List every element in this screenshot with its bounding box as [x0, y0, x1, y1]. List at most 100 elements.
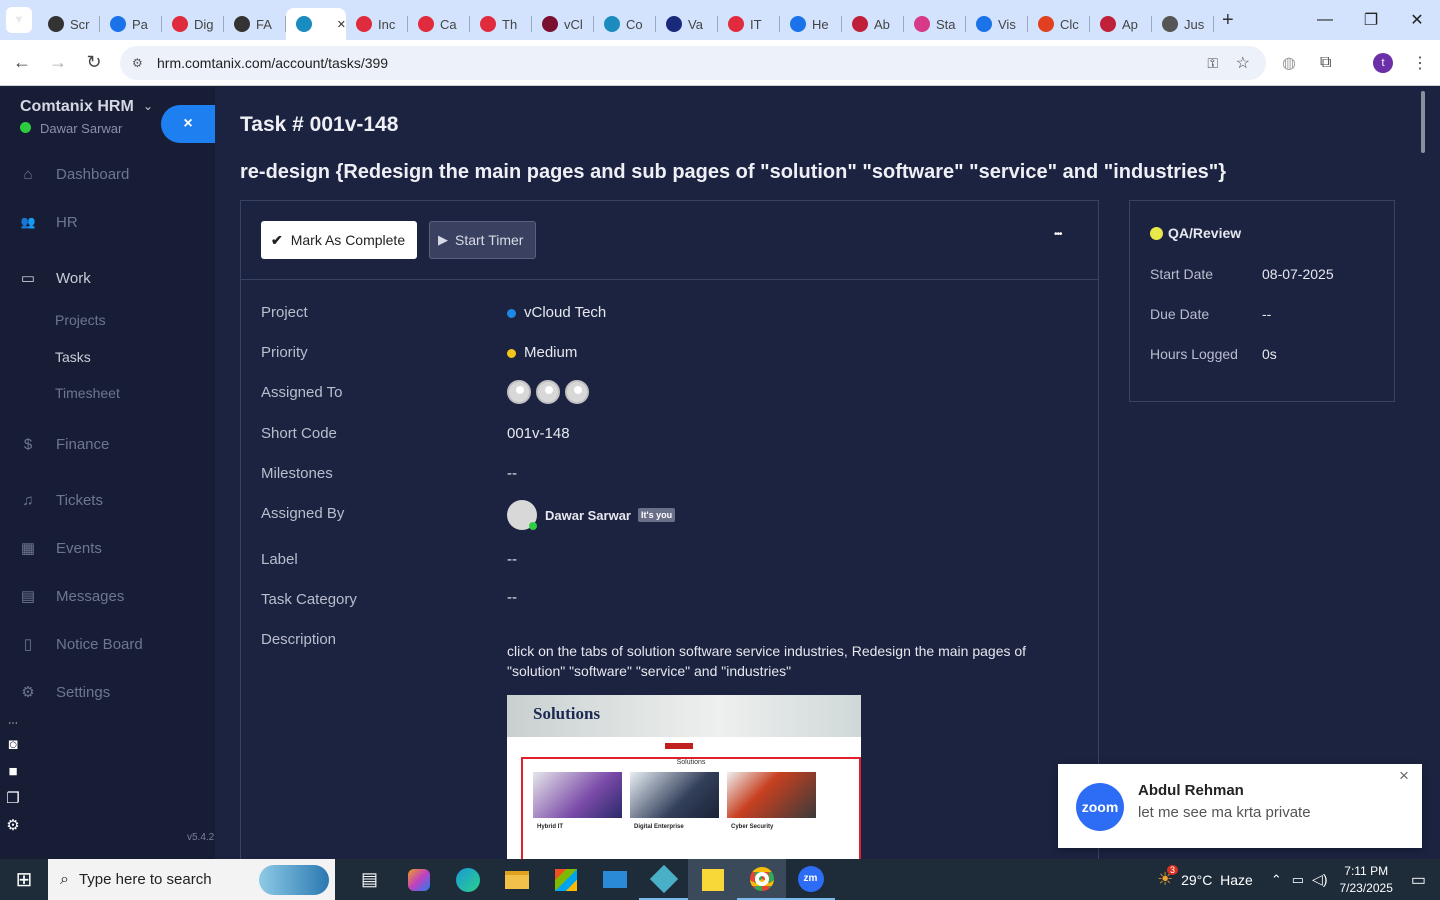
restore-button[interactable]: ❐	[1348, 0, 1394, 40]
tab-title: Scr	[70, 16, 90, 32]
store-icon[interactable]	[541, 868, 590, 891]
browser-tab[interactable]: Pa	[100, 8, 162, 40]
edge-icon[interactable]	[443, 867, 492, 892]
page-scrollbar[interactable]	[1420, 87, 1440, 859]
tab-search-button[interactable]: ▼	[6, 7, 32, 33]
description-image[interactable]: Solutions Solutions Hybrid IT Digital En…	[507, 695, 861, 859]
sticky-notes-icon[interactable]	[688, 859, 737, 900]
sidebar-item-dashboard[interactable]: ⌂ Dashboard	[0, 154, 215, 194]
browser-tab[interactable]: Clc	[1028, 8, 1090, 40]
tab-title: Th	[502, 16, 518, 32]
start-button[interactable]: ⊞	[0, 867, 48, 892]
zoom-app-icon[interactable]: zm	[786, 859, 835, 900]
tab-favicon-icon	[356, 16, 372, 32]
browser-tab[interactable]: FA	[224, 8, 286, 40]
avatar[interactable]	[507, 500, 537, 530]
browser-tab[interactable]: ✕	[286, 8, 346, 40]
bookmark-star-icon[interactable]: ☆	[1236, 53, 1250, 73]
browser-tab[interactable]: Vis	[966, 8, 1028, 40]
sidebar-item-finance[interactable]: $ Finance	[0, 424, 215, 464]
browser-tab[interactable]: Ab	[842, 8, 904, 40]
sidebar-item-settings[interactable]: ⚙ Settings	[0, 672, 215, 712]
minimize-button[interactable]: —	[1302, 0, 1348, 40]
sidebar-subitem-timesheet[interactable]: Timesheet	[55, 385, 120, 401]
browser-tab[interactable]: vCl	[532, 8, 594, 40]
clock[interactable]: 7:11 PM 7/23/2025	[1339, 863, 1392, 897]
chevron-down-icon[interactable]: ⌄	[143, 99, 153, 113]
windows-icon[interactable]: ❐	[2, 785, 24, 812]
url-text[interactable]: hrm.comtanix.com/account/tasks/399	[157, 55, 388, 71]
avatar[interactable]	[565, 380, 589, 404]
browser-menu-icon[interactable]: ⋮	[1412, 53, 1428, 73]
browser-tab[interactable]: Jus	[1152, 8, 1214, 40]
close-window-button[interactable]: ✕	[1394, 0, 1440, 40]
more-options-icon[interactable]: •••	[1054, 229, 1062, 240]
chrome-icon[interactable]	[737, 859, 786, 900]
mark-complete-button[interactable]: ✔ Mark As Complete	[261, 221, 417, 259]
browser-tab[interactable]: Inc	[346, 8, 408, 40]
weather-icon[interactable]: ☀ 3	[1157, 865, 1178, 890]
browser-toolbar: ← → ↻ ⚙ hrm.comtanix.com/account/tasks/3…	[0, 40, 1440, 86]
back-button[interactable]: ←	[4, 52, 40, 73]
browser-tab[interactable]: Ca	[408, 8, 470, 40]
zoom-close-icon[interactable]: ×	[1399, 766, 1409, 786]
browser-tab[interactable]: Ap	[1090, 8, 1152, 40]
browser-tab[interactable]: Dig	[162, 8, 224, 40]
video-icon[interactable]: ■	[2, 758, 24, 785]
tab-favicon-icon	[48, 16, 64, 32]
translate-icon[interactable]: ◍	[1282, 53, 1296, 73]
sidebar-item-work[interactable]: ▭ Work	[0, 258, 215, 298]
copilot-icon[interactable]	[394, 868, 443, 891]
sidebar-subitem-projects[interactable]: Projects	[55, 312, 106, 328]
camera-icon[interactable]: ◙	[2, 731, 24, 758]
taskbar-search-box[interactable]: ⌕ Type here to search	[48, 859, 335, 900]
project-name[interactable]: vCloud Tech	[524, 304, 606, 321]
more-icon[interactable]: ⋯	[2, 717, 24, 731]
site-info-icon[interactable]: ⚙	[132, 56, 143, 70]
volume-icon[interactable]: ◁)	[1312, 871, 1327, 888]
password-key-icon[interactable]: ⚿	[1207, 55, 1218, 72]
scrollbar-thumb[interactable]	[1421, 91, 1425, 153]
assigner-name[interactable]: Dawar Sarwar	[545, 508, 631, 523]
project-value[interactable]: vCloud Tech	[507, 304, 606, 321]
address-bar[interactable]: ⚙ hrm.comtanix.com/account/tasks/399 ⚿ ☆	[120, 46, 1266, 80]
browser-tab[interactable]: He	[780, 8, 842, 40]
avatar[interactable]	[536, 380, 560, 404]
gear-icon[interactable]: ⚙	[2, 812, 24, 839]
company-name[interactable]: Comtanix HRM	[20, 98, 134, 116]
sidebar-item-tickets[interactable]: ♫ Tickets	[0, 480, 215, 520]
browser-tab[interactable]: Co	[594, 8, 656, 40]
sidebar-item-label: Tickets	[56, 491, 103, 509]
file-explorer-icon[interactable]	[492, 870, 541, 889]
sidebar-subitem-tasks[interactable]: Tasks	[55, 349, 91, 365]
sidebar-item-hr[interactable]: 👥 HR	[0, 202, 215, 242]
close-tab-icon[interactable]: ✕	[337, 18, 346, 31]
browser-tab[interactable]: Th	[470, 8, 532, 40]
notification-center-icon[interactable]: ▭	[1411, 870, 1426, 890]
app-icon[interactable]	[639, 859, 688, 900]
zoom-message: let me see ma krta private	[1138, 804, 1311, 821]
tab-title: Dig	[194, 16, 214, 32]
browser-tab[interactable]: Scr	[38, 8, 100, 40]
profile-avatar[interactable]: t	[1373, 52, 1393, 73]
new-tab-button[interactable]: +	[1222, 9, 1234, 32]
extensions-icon[interactable]: ⧉	[1320, 54, 1331, 72]
sidebar-item-events[interactable]: ▦ Events	[0, 528, 215, 568]
avatar[interactable]	[507, 380, 531, 404]
network-icon[interactable]: ▭	[1292, 872, 1304, 888]
weather-text[interactable]: 29°C Haze	[1181, 872, 1253, 888]
sidebar-item-notice-board[interactable]: ▯ Notice Board	[0, 624, 215, 664]
browser-tab[interactable]: Sta	[904, 8, 966, 40]
chevron-up-icon[interactable]: ⌃	[1271, 872, 1282, 888]
tab-favicon-icon	[790, 16, 806, 32]
zoom-notification[interactable]: zoom Abdul Rehman let me see ma krta pri…	[1058, 764, 1422, 848]
reload-button[interactable]: ↻	[76, 52, 112, 73]
task-view-icon[interactable]: ▤	[345, 869, 394, 890]
mail-icon[interactable]	[590, 871, 639, 888]
sidebar-item-messages[interactable]: ▤ Messages	[0, 576, 215, 616]
browser-tab[interactable]: Va	[656, 8, 718, 40]
browser-tab[interactable]: IT	[718, 8, 780, 40]
start-timer-button[interactable]: ▶ Start Timer	[429, 221, 536, 259]
close-sidebar-button[interactable]: ×	[161, 105, 215, 143]
forward-button[interactable]: →	[40, 52, 76, 73]
